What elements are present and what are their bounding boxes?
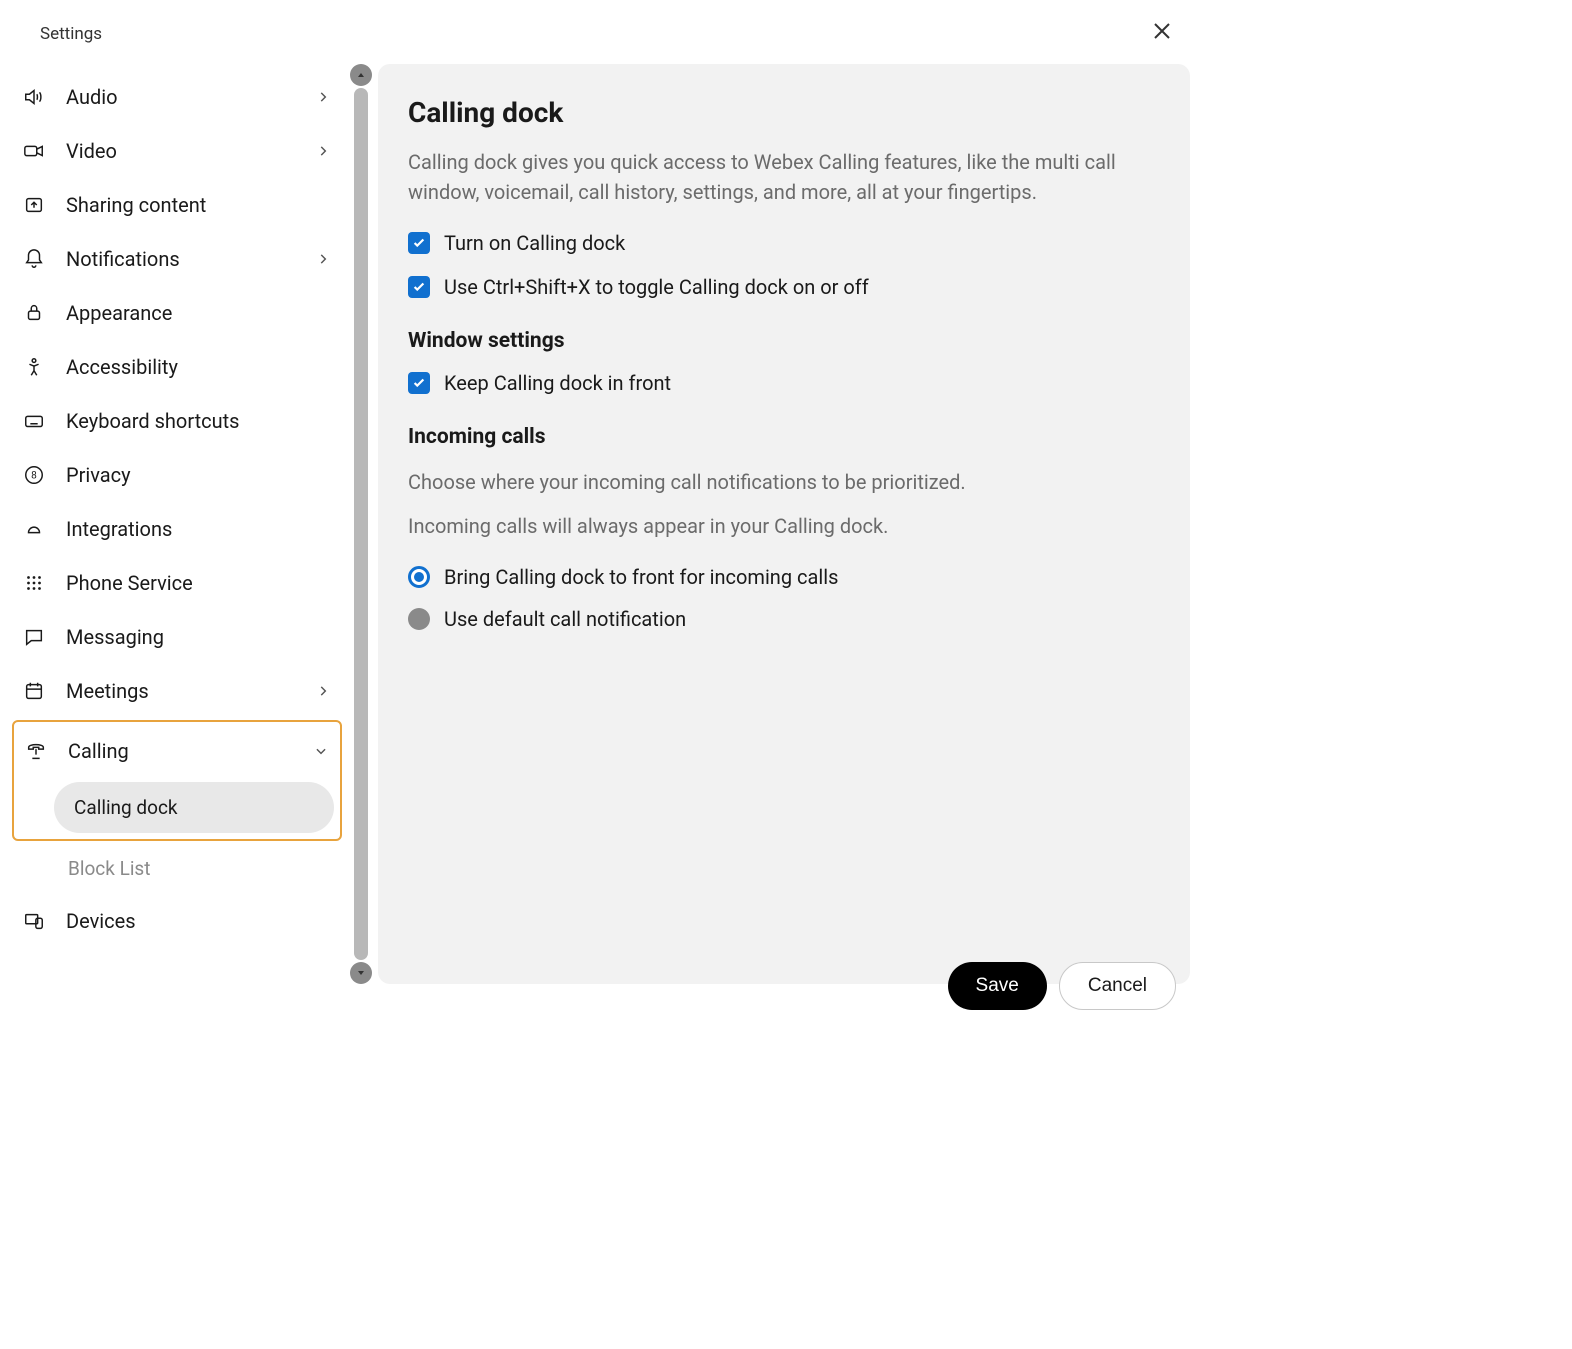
chevron-right-icon (314, 250, 332, 268)
sidebar-label: Notifications (66, 247, 314, 271)
sidebar: Audio Video Sharing content Notifi (0, 64, 352, 984)
close-icon (1152, 20, 1172, 47)
checkbox-label: Keep Calling dock in front (444, 371, 671, 395)
page-description: Calling dock gives you quick access to W… (408, 147, 1160, 207)
radio-icon[interactable] (408, 608, 430, 630)
notifications-icon (22, 247, 46, 271)
accessibility-icon (22, 355, 46, 379)
sidebar-item-meetings[interactable]: Meetings (12, 664, 342, 718)
keyboard-icon (22, 409, 46, 433)
window-settings-heading: Window settings (408, 329, 1160, 353)
radio-bring-to-front[interactable]: Bring Calling dock to front for incoming… (408, 565, 1160, 589)
sidebar-label: Accessibility (66, 355, 332, 379)
header: Settings (0, 0, 1200, 64)
phone-icon (22, 571, 46, 595)
sub-item-label: Block List (68, 857, 150, 880)
scrollbar[interactable] (352, 64, 370, 984)
sidebar-label: Appearance (66, 301, 332, 325)
sidebar-label: Sharing content (66, 193, 332, 217)
sidebar-label: Privacy (66, 463, 332, 487)
checkbox-icon[interactable] (408, 232, 430, 254)
sidebar-item-notifications[interactable]: Notifications (12, 232, 342, 286)
checkbox-toggle-shortcut[interactable]: Use Ctrl+Shift+X to toggle Calling dock … (408, 275, 1160, 299)
cancel-button[interactable]: Cancel (1059, 962, 1176, 1010)
sidebar-item-devices[interactable]: Devices (12, 894, 342, 948)
highlighted-section: Calling Calling dock (12, 720, 342, 841)
chevron-right-icon (314, 88, 332, 106)
sidebar-item-appearance[interactable]: Appearance (12, 286, 342, 340)
sidebar-item-calling[interactable]: Calling (14, 724, 340, 778)
footer: Save Cancel (948, 962, 1176, 1010)
radio-label: Bring Calling dock to front for incoming… (444, 565, 838, 589)
sidebar-item-integrations[interactable]: Integrations (12, 502, 342, 556)
page-title: Calling dock (408, 96, 1160, 129)
radio-icon[interactable] (408, 566, 430, 588)
sidebar-label: Devices (66, 909, 332, 933)
sidebar-item-accessibility[interactable]: Accessibility (12, 340, 342, 394)
messaging-icon (22, 625, 46, 649)
sidebar-label: Keyboard shortcuts (66, 409, 332, 433)
sidebar-sub-item-block-list[interactable]: Block List (12, 843, 342, 894)
checkbox-icon[interactable] (408, 372, 430, 394)
meetings-icon (22, 679, 46, 703)
checkbox-label: Turn on Calling dock (444, 231, 625, 255)
sidebar-label: Audio (66, 85, 314, 109)
checkbox-keep-front[interactable]: Keep Calling dock in front (408, 371, 1160, 395)
video-icon (22, 139, 46, 163)
sidebar-label: Phone Service (66, 571, 332, 595)
integrations-icon (22, 517, 46, 541)
checkbox-icon[interactable] (408, 276, 430, 298)
sidebar-item-audio[interactable]: Audio (12, 70, 342, 124)
chevron-down-icon (312, 742, 330, 760)
sidebar-item-keyboard[interactable]: Keyboard shortcuts (12, 394, 342, 448)
devices-icon (22, 909, 46, 933)
sharing-icon (22, 193, 46, 217)
radio-default-notification[interactable]: Use default call notification (408, 607, 1160, 631)
incoming-calls-subtext2: Incoming calls will always appear in you… (408, 511, 1160, 541)
privacy-icon: 8 (22, 463, 46, 487)
svg-text:8: 8 (31, 471, 37, 482)
sub-item-label: Calling dock (74, 796, 178, 819)
scroll-up-icon[interactable] (350, 64, 372, 86)
sidebar-item-video[interactable]: Video (12, 124, 342, 178)
incoming-calls-heading: Incoming calls (408, 425, 1160, 449)
save-button[interactable]: Save (948, 962, 1047, 1010)
sidebar-label: Messaging (66, 625, 332, 649)
sidebar-item-privacy[interactable]: 8 Privacy (12, 448, 342, 502)
close-button[interactable] (1144, 16, 1180, 52)
checkbox-label: Use Ctrl+Shift+X to toggle Calling dock … (444, 275, 869, 299)
appearance-icon (22, 301, 46, 325)
sidebar-label: Integrations (66, 517, 332, 541)
chevron-right-icon (314, 682, 332, 700)
calling-icon (24, 739, 48, 763)
chevron-right-icon (314, 142, 332, 160)
radio-label: Use default call notification (444, 607, 686, 631)
sidebar-item-phone[interactable]: Phone Service (12, 556, 342, 610)
settings-title: Settings (40, 24, 102, 44)
sidebar-sub-item-calling-dock[interactable]: Calling dock (54, 782, 334, 833)
sidebar-item-messaging[interactable]: Messaging (12, 610, 342, 664)
sidebar-item-sharing[interactable]: Sharing content (12, 178, 342, 232)
sidebar-label: Video (66, 139, 314, 163)
scroll-down-icon[interactable] (350, 962, 372, 984)
sidebar-label: Calling (68, 739, 312, 763)
incoming-calls-subtext1: Choose where your incoming call notifica… (408, 467, 1160, 497)
main-panel: Calling dock Calling dock gives you quic… (378, 64, 1190, 984)
checkbox-turn-on[interactable]: Turn on Calling dock (408, 231, 1160, 255)
sidebar-label: Meetings (66, 679, 314, 703)
scrollbar-thumb[interactable] (354, 88, 368, 960)
audio-icon (22, 85, 46, 109)
